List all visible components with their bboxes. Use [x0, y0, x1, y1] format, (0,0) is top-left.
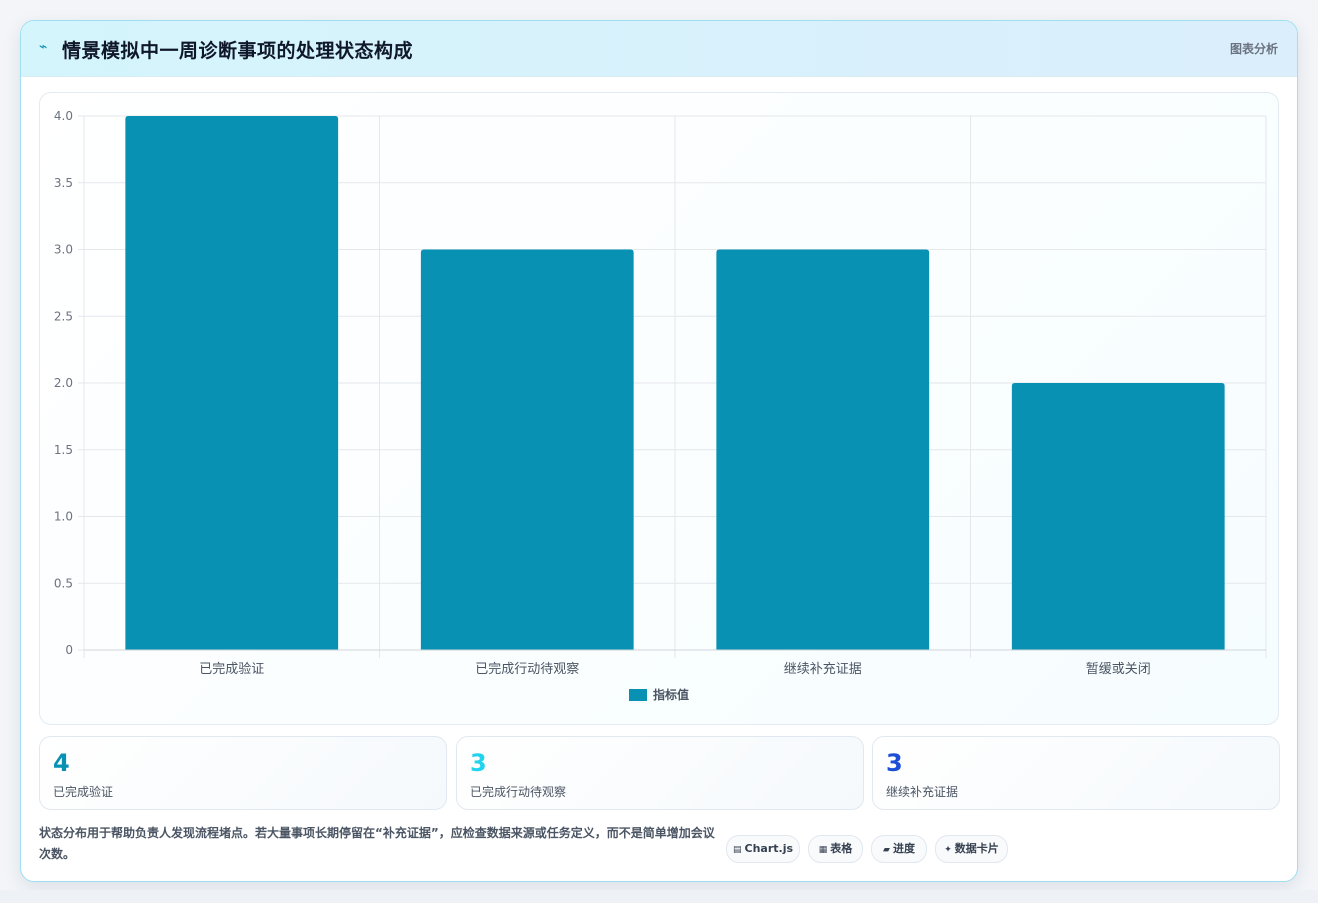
stat-card-1: 4 已完成验证 — [39, 736, 447, 810]
y-tick-label: 3.0 — [54, 243, 73, 257]
y-tick-label: 2.5 — [54, 309, 73, 323]
legend-label: 指标值 — [653, 687, 689, 702]
badge-label: 进度 — [892, 842, 915, 855]
bar-3 — [716, 249, 930, 650]
bar-2 — [420, 249, 634, 650]
legend-swatch — [629, 689, 647, 701]
y-tick-label: 4.0 — [54, 109, 73, 123]
badge-chartjs[interactable]: ▤ Chart.js — [726, 835, 800, 863]
stat-value: 3 — [886, 749, 903, 777]
chart-area: 0 0.5 1.0 1.5 2.0 2.5 3.0 3.5 4.0 已完成验证 已完成行动待观察 继续… — [39, 92, 1279, 725]
sparkle-icon: ✦ — [944, 845, 952, 855]
footer-note: 状态分布用于帮助负责人发现流程堵点。若大量事项长期停留在“补充证据”，应检查数据… — [39, 826, 715, 861]
stat-card-3: 3 继续补充证据 — [872, 736, 1280, 810]
y-tick-label: 0 — [65, 643, 73, 657]
badge-label: 表格 — [830, 842, 853, 855]
y-tick-label: 1.5 — [54, 443, 73, 457]
chart-card: ⌁ 情景模拟中一周诊断事项的处理状态构成 图表分析 0 0.5 1.0 1.5 2.0 2… — [20, 20, 1298, 882]
stat-label: 已完成行动待观察 — [470, 785, 567, 799]
badge-label: 数据卡片 — [954, 842, 999, 855]
stat-value: 3 — [470, 749, 487, 777]
bar-4 — [1011, 383, 1225, 650]
badge-data-card[interactable]: ✦ 数据卡片 — [935, 835, 1008, 863]
stat-card-2: 3 已完成行动待观察 — [456, 736, 864, 810]
progress-icon: ▰ — [883, 845, 890, 855]
x-tick-label: 已完成行动待观察 — [475, 662, 579, 677]
x-tick-label: 已完成验证 — [199, 661, 264, 677]
chart-icon: ▤ — [732, 845, 742, 855]
stat-label: 已完成验证 — [53, 785, 114, 799]
y-tick-label: 1.0 — [54, 510, 73, 524]
badge-progress[interactable]: ▰ 进度 — [871, 835, 927, 863]
x-tick-label: 继续补充证据 — [784, 661, 862, 677]
badge-table[interactable]: ▦ 表格 — [808, 835, 863, 863]
bar-1 — [125, 116, 339, 650]
stat-value: 4 — [53, 749, 70, 777]
y-tick-label: 2.0 — [54, 376, 73, 390]
table-icon: ▦ — [818, 845, 828, 855]
x-tick-label: 暂缓或关闭 — [1086, 662, 1151, 677]
y-tick-label: 3.5 — [54, 176, 73, 190]
page-bottom-strip — [0, 890, 1318, 903]
badge-label: Chart.js — [744, 842, 794, 855]
stat-label: 继续补充证据 — [886, 785, 959, 799]
y-tick-label: 0.5 — [54, 576, 73, 590]
